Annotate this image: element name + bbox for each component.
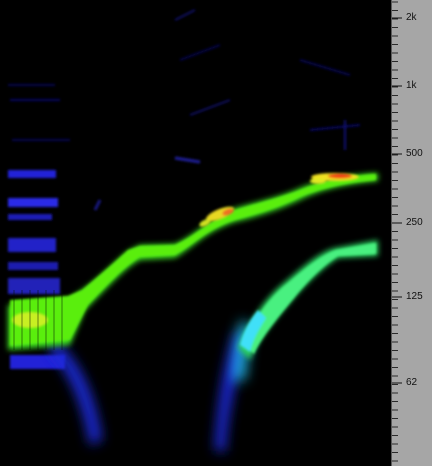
ruler-ticks <box>392 1 402 462</box>
spectrogram-canvas[interactable] <box>0 0 391 466</box>
ruler-label-500: 500 <box>406 148 423 159</box>
ruler-label-250: 250 <box>406 217 423 228</box>
ruler-label-62: 62 <box>406 377 418 388</box>
frequency-ruler[interactable]: 2k 1k 500 250 125 62 <box>391 0 432 466</box>
ruler-label-125: 125 <box>406 291 423 302</box>
ruler-label-1k: 1k <box>406 80 417 91</box>
ruler-label-2k: 2k <box>406 12 417 23</box>
